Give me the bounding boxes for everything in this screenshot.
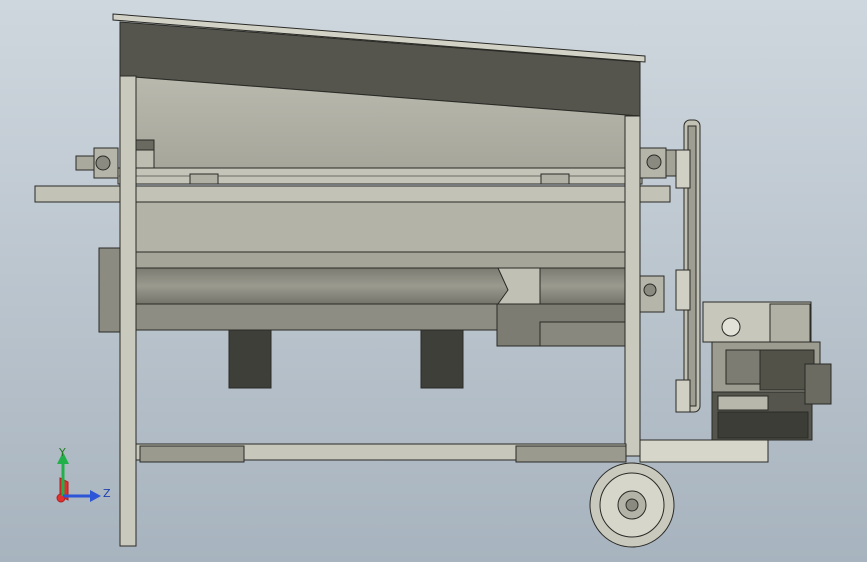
z-axis-label: Z (103, 487, 111, 500)
tow-bar (639, 439, 769, 463)
screen-drum (120, 267, 632, 305)
drum-left-end (98, 247, 122, 333)
middle-housing (119, 201, 641, 255)
transport-wheel (589, 462, 675, 548)
right-lower-bearing (639, 275, 665, 313)
discharge-chute-1 (228, 329, 272, 389)
cad-canvas[interactable]: Y Z (0, 0, 867, 562)
discharge-chute-2 (420, 329, 464, 389)
front-left-leg (119, 75, 137, 547)
rear-leg (624, 115, 641, 457)
right-upper-bearing (639, 147, 681, 179)
y-axis-label: Y (58, 446, 66, 459)
cad-viewport[interactable]: Y Z (0, 0, 867, 562)
